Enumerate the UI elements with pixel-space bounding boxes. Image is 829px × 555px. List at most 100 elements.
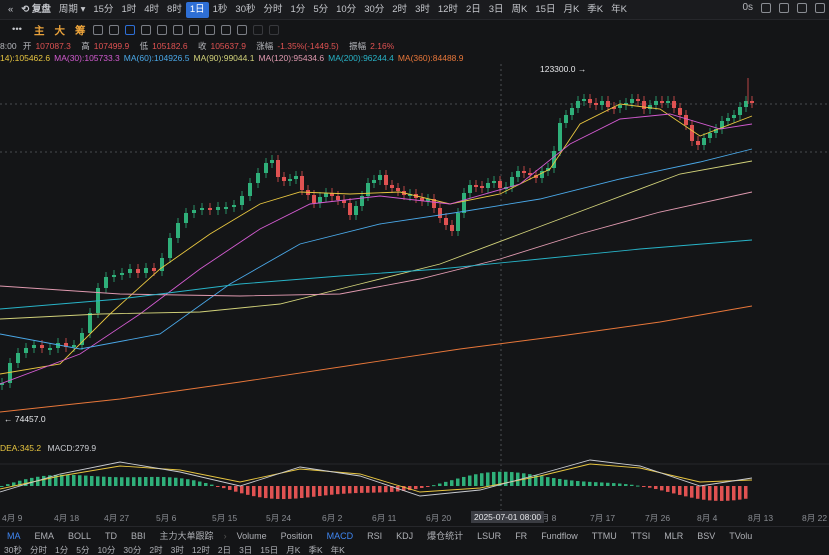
indicator-tabs: MA EMA BOLL TD BBI 主力大单跟踪 › Volume Position MACD R… [0,526,829,544]
timeframe-0[interactable]: 15分 [89,2,117,18]
bottom-timeframe-7[interactable]: 3时 [171,545,184,555]
indicator-tab-16[interactable]: TTMU [585,531,624,541]
indicator-tab-18[interactable]: MLR [657,531,690,541]
indicator-tab-14[interactable]: FR [508,531,534,541]
indicator-tab-20[interactable]: TVolu [722,531,759,541]
bottom-timeframe-8[interactable]: 12时 [192,545,210,555]
bottom-timeframe-5[interactable]: 30分 [123,545,141,555]
text-tool-icon[interactable] [221,25,232,35]
macd-bar-58 [348,486,352,494]
indicator-tab-15[interactable]: Fundflow [534,531,585,541]
macd-bar-20 [120,477,124,486]
camera-icon[interactable] [761,2,771,13]
bottom-timeframe-6[interactable]: 2时 [149,545,162,555]
indicator-tab-1[interactable]: EMA [28,531,62,541]
indicator-tab-4[interactable]: BBI [124,531,153,541]
macd-bar-82 [492,471,496,486]
bottom-timeframe-12[interactable]: 月K [286,545,300,555]
timeframe-19[interactable]: 月K [559,2,583,18]
bottom-timeframe-0[interactable]: 30秒 [4,545,22,555]
bottom-timeframe-14[interactable]: 年K [331,545,345,555]
timeframe-2[interactable]: 4时 [140,2,163,18]
timeframe-10[interactable]: 10分 [332,2,360,18]
indicator-tab-9[interactable]: MACD [320,531,361,541]
indicator-tab-3[interactable]: TD [98,531,124,541]
macd-bar-113 [678,486,682,495]
indicator-tab-5[interactable]: 主力大单跟踪 [153,529,221,542]
brush-tool-icon[interactable] [205,25,216,35]
indicator-tab-10[interactable]: RSI [360,531,389,541]
bottom-timeframe-4[interactable]: 10分 [97,545,115,555]
timeframe-11[interactable]: 30分 [360,2,388,18]
price-chart[interactable]: 123300.0 → ← 74457.0 [0,64,829,510]
indicator-tab-8[interactable]: Position [274,531,320,541]
timeframe-12[interactable]: 2时 [388,2,411,18]
redo-icon[interactable] [269,25,280,35]
trash-icon[interactable] [237,25,248,35]
period-button[interactable]: 周期 ▾ [55,2,89,18]
timeframe-5[interactable]: 1秒 [209,2,232,18]
macd-bar-79 [474,474,478,486]
indicator-tab-19[interactable]: BSV [690,531,722,541]
timeframe-15[interactable]: 2日 [462,2,485,18]
bottom-timeframe-10[interactable]: 3日 [239,545,252,555]
timeframe-3[interactable]: 8时 [163,2,186,18]
timeframe-20[interactable]: 季K [583,2,607,18]
indicator-tab-7[interactable]: Volume [230,531,274,541]
indicator-tab-6[interactable]: › [221,531,230,541]
timeframe-6[interactable]: 30秒 [231,2,259,18]
bottom-timeframe-3[interactable]: 5分 [76,545,89,555]
macd-bar-47 [282,486,286,500]
candle-body-16 [128,269,132,273]
fib-tool-icon[interactable] [189,25,200,35]
indicator-chip-toggle[interactable]: 筹 [73,23,88,38]
indicator-tab-2[interactable]: BOLL [61,531,98,541]
timeframe-17[interactable]: 周K [508,2,532,18]
bottom-timeframe-13[interactable]: 季K [308,545,322,555]
settings-icon[interactable] [779,2,789,13]
indicator-tab-11[interactable]: KDJ [389,531,420,541]
indicator-large-toggle[interactable]: 大 [52,23,67,38]
ray-tool-icon[interactable] [157,25,168,35]
bottom-timeframe-1[interactable]: 分时 [30,545,47,555]
candle-body-24 [192,210,196,213]
macd-bar-120 [720,486,724,501]
macd-bar-95 [570,480,574,486]
bottom-timeframe-9[interactable]: 2日 [218,545,231,555]
layout-icon[interactable] [797,2,807,13]
drawing-toolbar: ••• 主 大 筹 [0,21,829,39]
indicator-tab-12[interactable]: 爆仓统计 [420,529,470,542]
macd-bar-63 [378,486,382,493]
timeframe-1[interactable]: 1时 [117,2,140,18]
macd-bar-81 [486,472,490,486]
indicator-main-toggle[interactable]: 主 [32,23,47,38]
macd-bar-41 [246,486,250,495]
more-icon[interactable]: ••• [8,22,26,38]
channel-tool-icon[interactable] [173,25,184,35]
cursor-icon[interactable] [125,25,136,35]
indicator-tab-17[interactable]: TTSI [624,531,658,541]
bottom-timeframe-11[interactable]: 15日 [260,545,278,555]
back-arrow-icon[interactable]: « [4,2,17,18]
timeframe-4[interactable]: 1日 [185,1,209,18]
candle-body-48 [354,206,358,215]
timeframe-13[interactable]: 3时 [411,2,434,18]
bottom-timeframe-2[interactable]: 1分 [55,545,68,555]
timeframe-18[interactable]: 15日 [531,2,559,18]
timeframe-7[interactable]: 分时 [260,2,287,18]
candle-body-89 [600,101,604,105]
timeframe-16[interactable]: 3日 [485,2,508,18]
macd-bar-53 [318,486,322,497]
undo-icon[interactable] [253,25,264,35]
indicator-tab-13[interactable]: LSUR [470,531,508,541]
timeframe-21[interactable]: 年K [607,2,631,18]
timeframe-9[interactable]: 5分 [309,2,332,18]
replay-button[interactable]: ⟲ 复盘 [17,2,55,18]
timeframe-8[interactable]: 1分 [287,2,310,18]
indicator-tab-0[interactable]: MA [0,531,28,541]
fullscreen-icon[interactable] [815,2,825,13]
line-tool-icon[interactable] [141,25,152,35]
timeframe-14[interactable]: 12时 [434,2,462,18]
draw-settings-icon-2[interactable] [109,25,120,35]
draw-settings-icon[interactable] [93,25,104,35]
